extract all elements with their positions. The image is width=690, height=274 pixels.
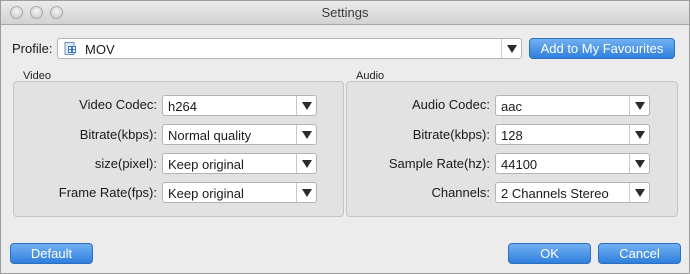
default-button[interactable]: Default (10, 243, 93, 264)
profile-dropdown-button[interactable] (501, 39, 521, 58)
sample-rate-label: Sample Rate(hz): (388, 156, 490, 171)
video-size-label: size(pixel): (94, 156, 157, 171)
audio-bitrate-label: Bitrate(kbps): (412, 127, 490, 142)
sample-rate-value: 44100 (501, 157, 538, 172)
add-to-favourites-button[interactable]: Add to My Favourites (529, 38, 675, 59)
video-codec-value: h264 (168, 99, 197, 114)
chevron-down-icon (635, 160, 645, 168)
video-bitrate-value: Normal quality (168, 128, 252, 143)
title-bar: Settings (1, 1, 689, 25)
audio-codec-dropdown-button[interactable] (629, 96, 649, 115)
chevron-down-icon (635, 102, 645, 110)
video-size-dropdown-button[interactable] (296, 154, 316, 173)
profile-select[interactable]: MOV (57, 38, 522, 59)
window-title: Settings (321, 5, 369, 20)
video-codec-label: Video Codec: (79, 97, 157, 112)
audio-codec-select[interactable]: aac (495, 95, 650, 116)
channels-select[interactable]: 2 Channels Stereo (495, 182, 650, 203)
audio-codec-value: aac (501, 99, 522, 114)
profile-value: MOV (85, 42, 115, 57)
audio-bitrate-select[interactable]: 128 (495, 124, 650, 145)
ok-button[interactable]: OK (508, 243, 591, 264)
video-codec-select[interactable]: h264 (162, 95, 317, 116)
audio-codec-label: Audio Codec: (411, 97, 490, 112)
chevron-down-icon (635, 131, 645, 139)
sample-rate-select[interactable]: 44100 (495, 153, 650, 174)
video-frame-rate-value: Keep original (168, 186, 244, 201)
video-size-select[interactable]: Keep original (162, 153, 317, 174)
video-bitrate-select[interactable]: Normal quality (162, 124, 317, 145)
profile-label: Profile: (12, 41, 53, 56)
video-frame-rate-label: Frame Rate(fps): (58, 185, 157, 200)
audio-bitrate-dropdown-button[interactable] (629, 125, 649, 144)
chevron-down-icon (302, 102, 312, 110)
video-bitrate-label: Bitrate(kbps): (79, 127, 157, 142)
chevron-down-icon (302, 189, 312, 197)
sample-rate-dropdown-button[interactable] (629, 154, 649, 173)
channels-label: Channels: (431, 185, 490, 200)
cancel-button[interactable]: Cancel (598, 243, 681, 264)
film-file-icon (64, 42, 76, 55)
video-bitrate-dropdown-button[interactable] (296, 125, 316, 144)
chevron-down-icon (507, 45, 517, 53)
audio-bitrate-value: 128 (501, 128, 523, 143)
chevron-down-icon (635, 189, 645, 197)
channels-dropdown-button[interactable] (629, 183, 649, 202)
chevron-down-icon (302, 160, 312, 168)
chevron-down-icon (302, 131, 312, 139)
channels-value: 2 Channels Stereo (501, 186, 609, 201)
settings-window: Settings Profile: MOV Add to My Favourit… (0, 0, 690, 274)
video-frame-rate-dropdown-button[interactable] (296, 183, 316, 202)
video-frame-rate-select[interactable]: Keep original (162, 182, 317, 203)
video-codec-dropdown-button[interactable] (296, 96, 316, 115)
video-size-value: Keep original (168, 157, 244, 172)
